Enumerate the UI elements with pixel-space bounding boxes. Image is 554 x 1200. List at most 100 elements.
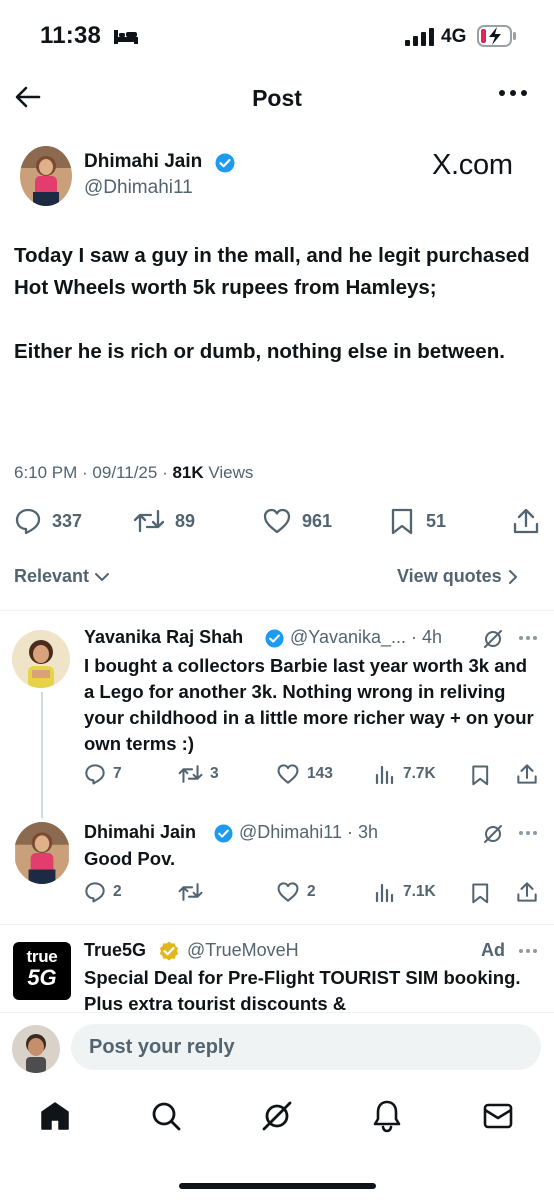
more-options-button[interactable] [498, 88, 530, 108]
advertiser-logo-top: true [26, 947, 58, 966]
like-button[interactable]: 961 [262, 507, 332, 535]
home-icon [41, 1102, 69, 1130]
reply-icon [15, 508, 41, 535]
bookmark-button[interactable]: 51 [390, 507, 446, 535]
reply-retweet-button[interactable]: 3 [178, 763, 219, 785]
retweet-button[interactable]: 89 [133, 507, 195, 535]
divider [0, 610, 554, 611]
tweet-date: 09/11/25 [92, 463, 158, 482]
ad-author-handle[interactable]: @TrueMoveH [187, 940, 299, 961]
share-icon [513, 508, 539, 534]
heart-icon [277, 882, 299, 902]
reply-button[interactable]: 337 [14, 507, 82, 535]
x-com-watermark: X.com [432, 149, 513, 181]
reply-more-button[interactable] [518, 635, 538, 641]
ad-text: Special Deal for Pre-Flight TOURIST SIM … [84, 967, 521, 1014]
reply-retweet-button[interactable] [178, 881, 210, 903]
heart-icon [263, 508, 291, 534]
grok-icon[interactable] [482, 823, 504, 845]
gold-verified-badge-icon [159, 941, 179, 961]
author-name[interactable]: Dhimahi Jain [84, 151, 202, 173]
reply-like-button[interactable]: 2 [276, 881, 316, 903]
reply-icon [85, 882, 105, 903]
thread-connector-line [41, 692, 43, 818]
reply-reply-button[interactable]: 2 [84, 881, 122, 903]
analytics-icon [375, 883, 394, 903]
home-indicator [179, 1183, 376, 1189]
mail-icon [483, 1103, 513, 1129]
cellular-signal-icon [405, 28, 435, 46]
author-avatar[interactable] [20, 146, 72, 206]
bell-icon [373, 1100, 401, 1133]
reply-bookmark-button[interactable] [471, 764, 491, 786]
reply-reply-count: 7 [113, 765, 122, 782]
reply-reply-button[interactable]: 7 [84, 763, 122, 785]
ad-more-button[interactable] [518, 948, 538, 954]
verified-badge-icon [214, 824, 233, 843]
grok-icon[interactable] [482, 628, 504, 650]
reply-bookmark-button[interactable] [471, 882, 491, 904]
chevron-right-icon [508, 569, 518, 584]
reply-views-button[interactable]: 7.1K [374, 881, 436, 903]
status-time: 11:38 [40, 22, 102, 49]
reply-author-handle[interactable]: @Dhimahi11 · 3h [239, 822, 378, 843]
reply-views-count: 7.7K [403, 765, 436, 782]
divider [0, 924, 554, 925]
reply-input-placeholder: Post your reply [89, 1035, 235, 1058]
author-handle[interactable]: @Dhimahi11 [84, 177, 193, 199]
sort-label: Relevant [14, 566, 90, 586]
advertiser-logo[interactable]: true 5G [13, 942, 71, 1000]
reply-author-handle[interactable]: @Yavanika_... · 4h [290, 627, 442, 648]
reply-like-count: 2 [307, 883, 316, 900]
tweet-text: Today I saw a guy in the mall, and he le… [14, 244, 530, 363]
reply-avatar[interactable] [14, 822, 70, 884]
bookmark-icon [391, 508, 413, 535]
reply-text: Good Pov. [84, 848, 176, 869]
grok-icon [262, 1101, 292, 1131]
reply-retweet-count: 3 [210, 765, 219, 782]
advertiser-logo-bottom: 5G [27, 965, 57, 990]
verified-badge-icon [215, 153, 235, 173]
chevron-down-icon [95, 572, 110, 581]
nav-grok-button[interactable] [260, 1099, 294, 1133]
current-user-avatar[interactable] [12, 1025, 60, 1073]
sort-replies-dropdown[interactable]: Relevant [14, 566, 110, 587]
share-button[interactable] [512, 507, 540, 535]
retweet-count: 89 [175, 510, 196, 531]
network-type-label: 4G [441, 26, 467, 47]
like-count: 961 [302, 510, 333, 531]
reply-views-button[interactable]: 7.7K [374, 763, 436, 785]
retweet-icon [178, 883, 203, 901]
share-icon [517, 764, 537, 784]
reply-input[interactable]: Post your reply [71, 1024, 541, 1070]
page-title: Post [252, 85, 302, 111]
retweet-icon [133, 509, 165, 533]
nav-notifications-button[interactable] [371, 1099, 403, 1133]
share-icon [517, 882, 537, 902]
view-quotes-link[interactable]: View quotes [397, 566, 518, 587]
verified-badge-icon [265, 629, 284, 648]
battery-charging-icon [477, 25, 517, 47]
bookmark-icon [472, 765, 489, 786]
heart-icon [277, 764, 299, 784]
reply-author-name[interactable]: Dhimahi Jain [84, 822, 196, 843]
nav-messages-button[interactable] [482, 1101, 514, 1131]
reply-more-button[interactable] [518, 830, 538, 836]
retweet-icon [178, 765, 203, 783]
tweet-time: 6:10 PM [14, 463, 78, 482]
tweet-views-count[interactable]: 81K [172, 463, 203, 482]
reply-share-button[interactable] [516, 881, 538, 903]
reply-like-button[interactable]: 143 [276, 763, 333, 785]
bookmark-icon [472, 883, 489, 904]
nav-home-button[interactable] [39, 1100, 71, 1132]
reply-share-button[interactable] [516, 763, 538, 785]
search-icon [152, 1102, 181, 1131]
reply-author-name[interactable]: Yavanika Raj Shah [84, 627, 243, 648]
reply-reply-count: 2 [113, 883, 122, 900]
reply-avatar[interactable] [12, 630, 70, 688]
nav-search-button[interactable] [150, 1100, 182, 1132]
sleep-focus-icon [113, 27, 139, 45]
ad-author-name[interactable]: True5G [84, 940, 146, 961]
tweet-meta: 6:10 PM · 09/11/25 · 81K Views [14, 463, 254, 482]
tweet-views-label: Views [208, 463, 254, 482]
